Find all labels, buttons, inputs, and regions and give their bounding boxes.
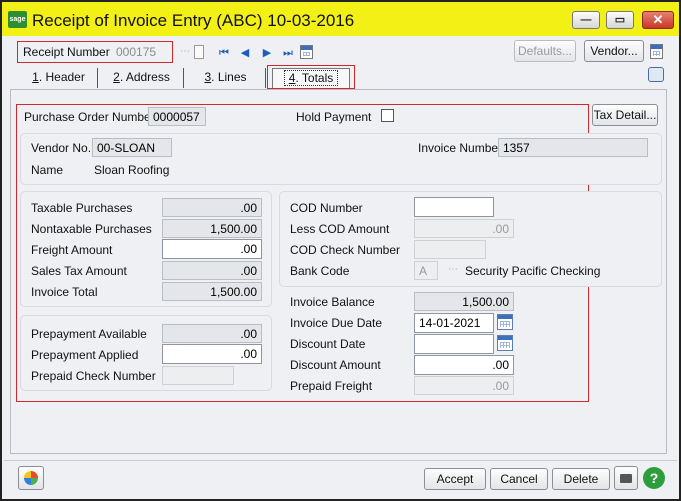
due-date-calendar-icon[interactable] xyxy=(497,314,513,330)
printer-icon xyxy=(620,474,632,483)
lookup-icon[interactable]: ⋯ xyxy=(180,46,190,58)
bank-code-field: A xyxy=(414,261,438,280)
cod-check-label: COD Check Number xyxy=(290,243,401,257)
receipt-number-field[interactable]: 000175 xyxy=(116,45,156,59)
maximize-icon: ▭ xyxy=(614,14,626,26)
tab-header[interactable]: 1. Header xyxy=(20,68,98,88)
taxable-purchases-label: Taxable Purchases xyxy=(31,201,133,215)
invoice-number-field: 1357 xyxy=(498,138,648,157)
vendor-no-field: 00-SLOAN xyxy=(92,138,172,157)
start-menu-button[interactable] xyxy=(18,466,44,490)
footer-separator xyxy=(4,460,677,461)
hold-payment-checkbox[interactable] xyxy=(381,109,394,122)
nontaxable-purchases-field: 1,500.00 xyxy=(162,219,262,238)
prepayment-applied-input[interactable]: .00 xyxy=(162,344,262,364)
less-cod-label: Less COD Amount xyxy=(290,222,390,236)
discount-amount-input[interactable]: .00 xyxy=(414,355,514,375)
first-record-icon[interactable]: ⏮ xyxy=(218,47,230,59)
name-label: Name xyxy=(31,163,64,177)
notes-icon[interactable] xyxy=(650,44,663,59)
less-cod-field: .00 xyxy=(414,219,514,238)
receipt-number-label: Receipt Number xyxy=(23,45,110,59)
cancel-button[interactable]: Cancel xyxy=(490,468,548,490)
next-record-icon[interactable]: ▶ xyxy=(261,47,273,59)
close-icon: ✕ xyxy=(652,12,664,27)
prepayment-applied-label: Prepayment Applied xyxy=(31,348,139,362)
prepaid-freight-field: .00 xyxy=(414,376,514,395)
window-title: Receipt of Invoice Entry (ABC) 10-03-201… xyxy=(32,11,355,30)
cod-check-field xyxy=(414,240,486,259)
discount-amount-label: Discount Amount xyxy=(290,358,381,372)
bank-name-value: Security Pacific Checking xyxy=(465,264,601,278)
invoice-number-label: Invoice Number xyxy=(418,141,503,155)
invoice-due-date-label: Invoice Due Date xyxy=(290,316,383,330)
prepaid-check-field xyxy=(162,366,234,385)
invoice-total-label: Invoice Total xyxy=(31,285,98,299)
taxable-purchases-field: .00 xyxy=(162,198,262,217)
vendor-button[interactable]: Vendor... xyxy=(584,40,644,62)
last-record-icon[interactable]: ⏭ xyxy=(282,47,294,59)
hold-payment-label: Hold Payment xyxy=(296,110,372,124)
defaults-button[interactable]: Defaults... xyxy=(514,40,576,62)
cod-number-label: COD Number xyxy=(290,201,363,215)
previous-record-icon[interactable]: ◀ xyxy=(239,47,251,59)
sales-tax-field: .00 xyxy=(162,261,262,280)
minimize-button[interactable]: — xyxy=(572,11,600,29)
po-number-field: 0000057 xyxy=(148,107,206,126)
accept-button[interactable]: Accept xyxy=(424,468,486,490)
prepaid-freight-label: Prepaid Freight xyxy=(290,379,373,393)
memo-icon[interactable] xyxy=(300,45,313,59)
maximize-button[interactable]: ▭ xyxy=(606,11,634,29)
po-number-label: Purchase Order Number xyxy=(24,110,155,124)
bank-code-lookup-icon: ⋯ xyxy=(448,264,458,275)
nontaxable-purchases-label: Nontaxable Purchases xyxy=(31,222,152,236)
vendor-name-value: Sloan Roofing xyxy=(94,163,170,177)
prepayment-available-label: Prepayment Available xyxy=(31,327,147,341)
tax-detail-button[interactable]: Tax Detail... xyxy=(592,104,658,126)
receipt-of-invoice-window: sage Receipt of Invoice Entry (ABC) 10-0… xyxy=(0,0,681,501)
help-icon[interactable]: ? xyxy=(643,467,665,489)
discount-date-input[interactable] xyxy=(414,334,494,354)
discount-date-calendar-icon[interactable] xyxy=(497,335,513,351)
print-button[interactable] xyxy=(614,466,638,490)
close-button[interactable]: ✕ xyxy=(642,11,674,29)
invoice-due-date-input[interactable]: 14-01-2021 xyxy=(414,313,494,333)
sales-tax-label: Sales Tax Amount xyxy=(31,264,127,278)
prepayment-available-field: .00 xyxy=(162,324,262,343)
prepaid-check-label: Prepaid Check Number xyxy=(31,369,156,383)
tab-address[interactable]: 2. Address xyxy=(100,68,184,88)
new-document-icon[interactable] xyxy=(194,45,204,59)
title-bar: sage Receipt of Invoice Entry (ABC) 10-0… xyxy=(2,2,679,36)
invoice-balance-field: 1,500.00 xyxy=(414,292,514,311)
bank-code-label: Bank Code xyxy=(290,264,350,278)
invoice-total-field: 1,500.00 xyxy=(162,282,262,301)
minimize-icon: — xyxy=(580,14,592,26)
tab-totals[interactable]: 4. Totals xyxy=(272,68,350,88)
delete-button[interactable]: Delete xyxy=(552,468,610,490)
windows-logo-icon xyxy=(24,471,38,485)
discount-date-label: Discount Date xyxy=(290,337,366,351)
freight-amount-label: Freight Amount xyxy=(31,243,113,257)
cod-number-input[interactable] xyxy=(414,197,494,217)
sage-logo-icon: sage xyxy=(8,11,27,28)
print-preview-icon[interactable] xyxy=(648,67,664,82)
vendor-no-label: Vendor No. xyxy=(31,141,92,155)
freight-amount-input[interactable]: .00 xyxy=(162,239,262,259)
invoice-balance-label: Invoice Balance xyxy=(290,295,375,309)
tab-lines[interactable]: 3. Lines xyxy=(186,68,266,88)
